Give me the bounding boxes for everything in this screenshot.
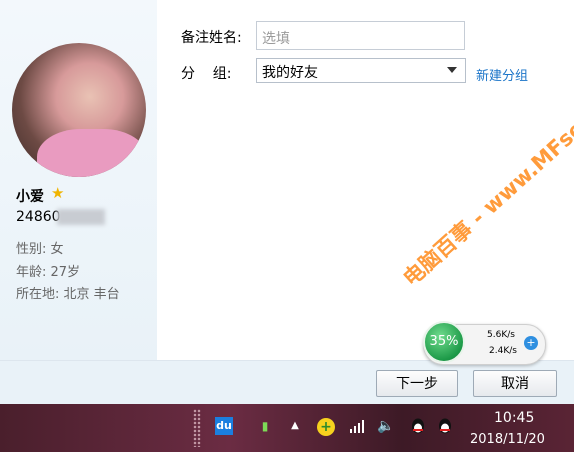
group-select-value: 我的好友: [262, 65, 318, 81]
cancel-button[interactable]: 取消: [473, 370, 557, 397]
remark-label: 备注姓名:: [181, 30, 242, 46]
chevron-down-icon[interactable]: [447, 67, 457, 73]
qq-number-blur: [57, 209, 105, 225]
download-speed: 2.4K/s: [489, 346, 517, 356]
qq-penguin-icon[interactable]: [409, 417, 427, 435]
clock-date[interactable]: 2018/11/20: [470, 432, 545, 447]
group-select[interactable]: 我的好友: [256, 58, 466, 83]
remark-input[interactable]: 选填: [256, 21, 465, 50]
group-label: 分 组:: [181, 66, 232, 82]
show-hidden-icons-icon[interactable]: ▲: [286, 417, 304, 435]
volume-icon[interactable]: 🔈: [377, 417, 395, 435]
profile-qq-number: 24860: [16, 209, 61, 225]
plus-shield-icon[interactable]: +: [317, 418, 335, 436]
profile-gender: 性别: 女: [16, 242, 64, 257]
profile-age: 年龄: 27岁: [16, 265, 81, 280]
upload-speed: 5.6K/s: [487, 330, 515, 340]
memory-percent-badge[interactable]: 35%: [423, 321, 465, 363]
avatar: [12, 43, 146, 177]
watermark-text: 电脑百事 - www.MFsese.com: [398, 60, 574, 291]
avatar-sweater-shape: [37, 129, 146, 177]
new-group-link[interactable]: 新建分组: [476, 65, 528, 84]
plus-icon[interactable]: +: [524, 336, 538, 350]
taskbar-grip[interactable]: [193, 409, 201, 447]
star-icon: ★: [51, 184, 65, 202]
profile-nickname: 小爱: [16, 189, 44, 205]
clock-time[interactable]: 10:45: [494, 410, 534, 426]
usb-drive-icon[interactable]: ▮: [256, 417, 274, 435]
next-button[interactable]: 下一步: [376, 370, 458, 397]
profile-location: 所在地: 北京 丰台: [16, 287, 120, 302]
network-signal-icon[interactable]: [348, 417, 366, 435]
qq-penguin-icon-2[interactable]: [436, 417, 454, 435]
baidu-icon[interactable]: du: [215, 417, 233, 435]
